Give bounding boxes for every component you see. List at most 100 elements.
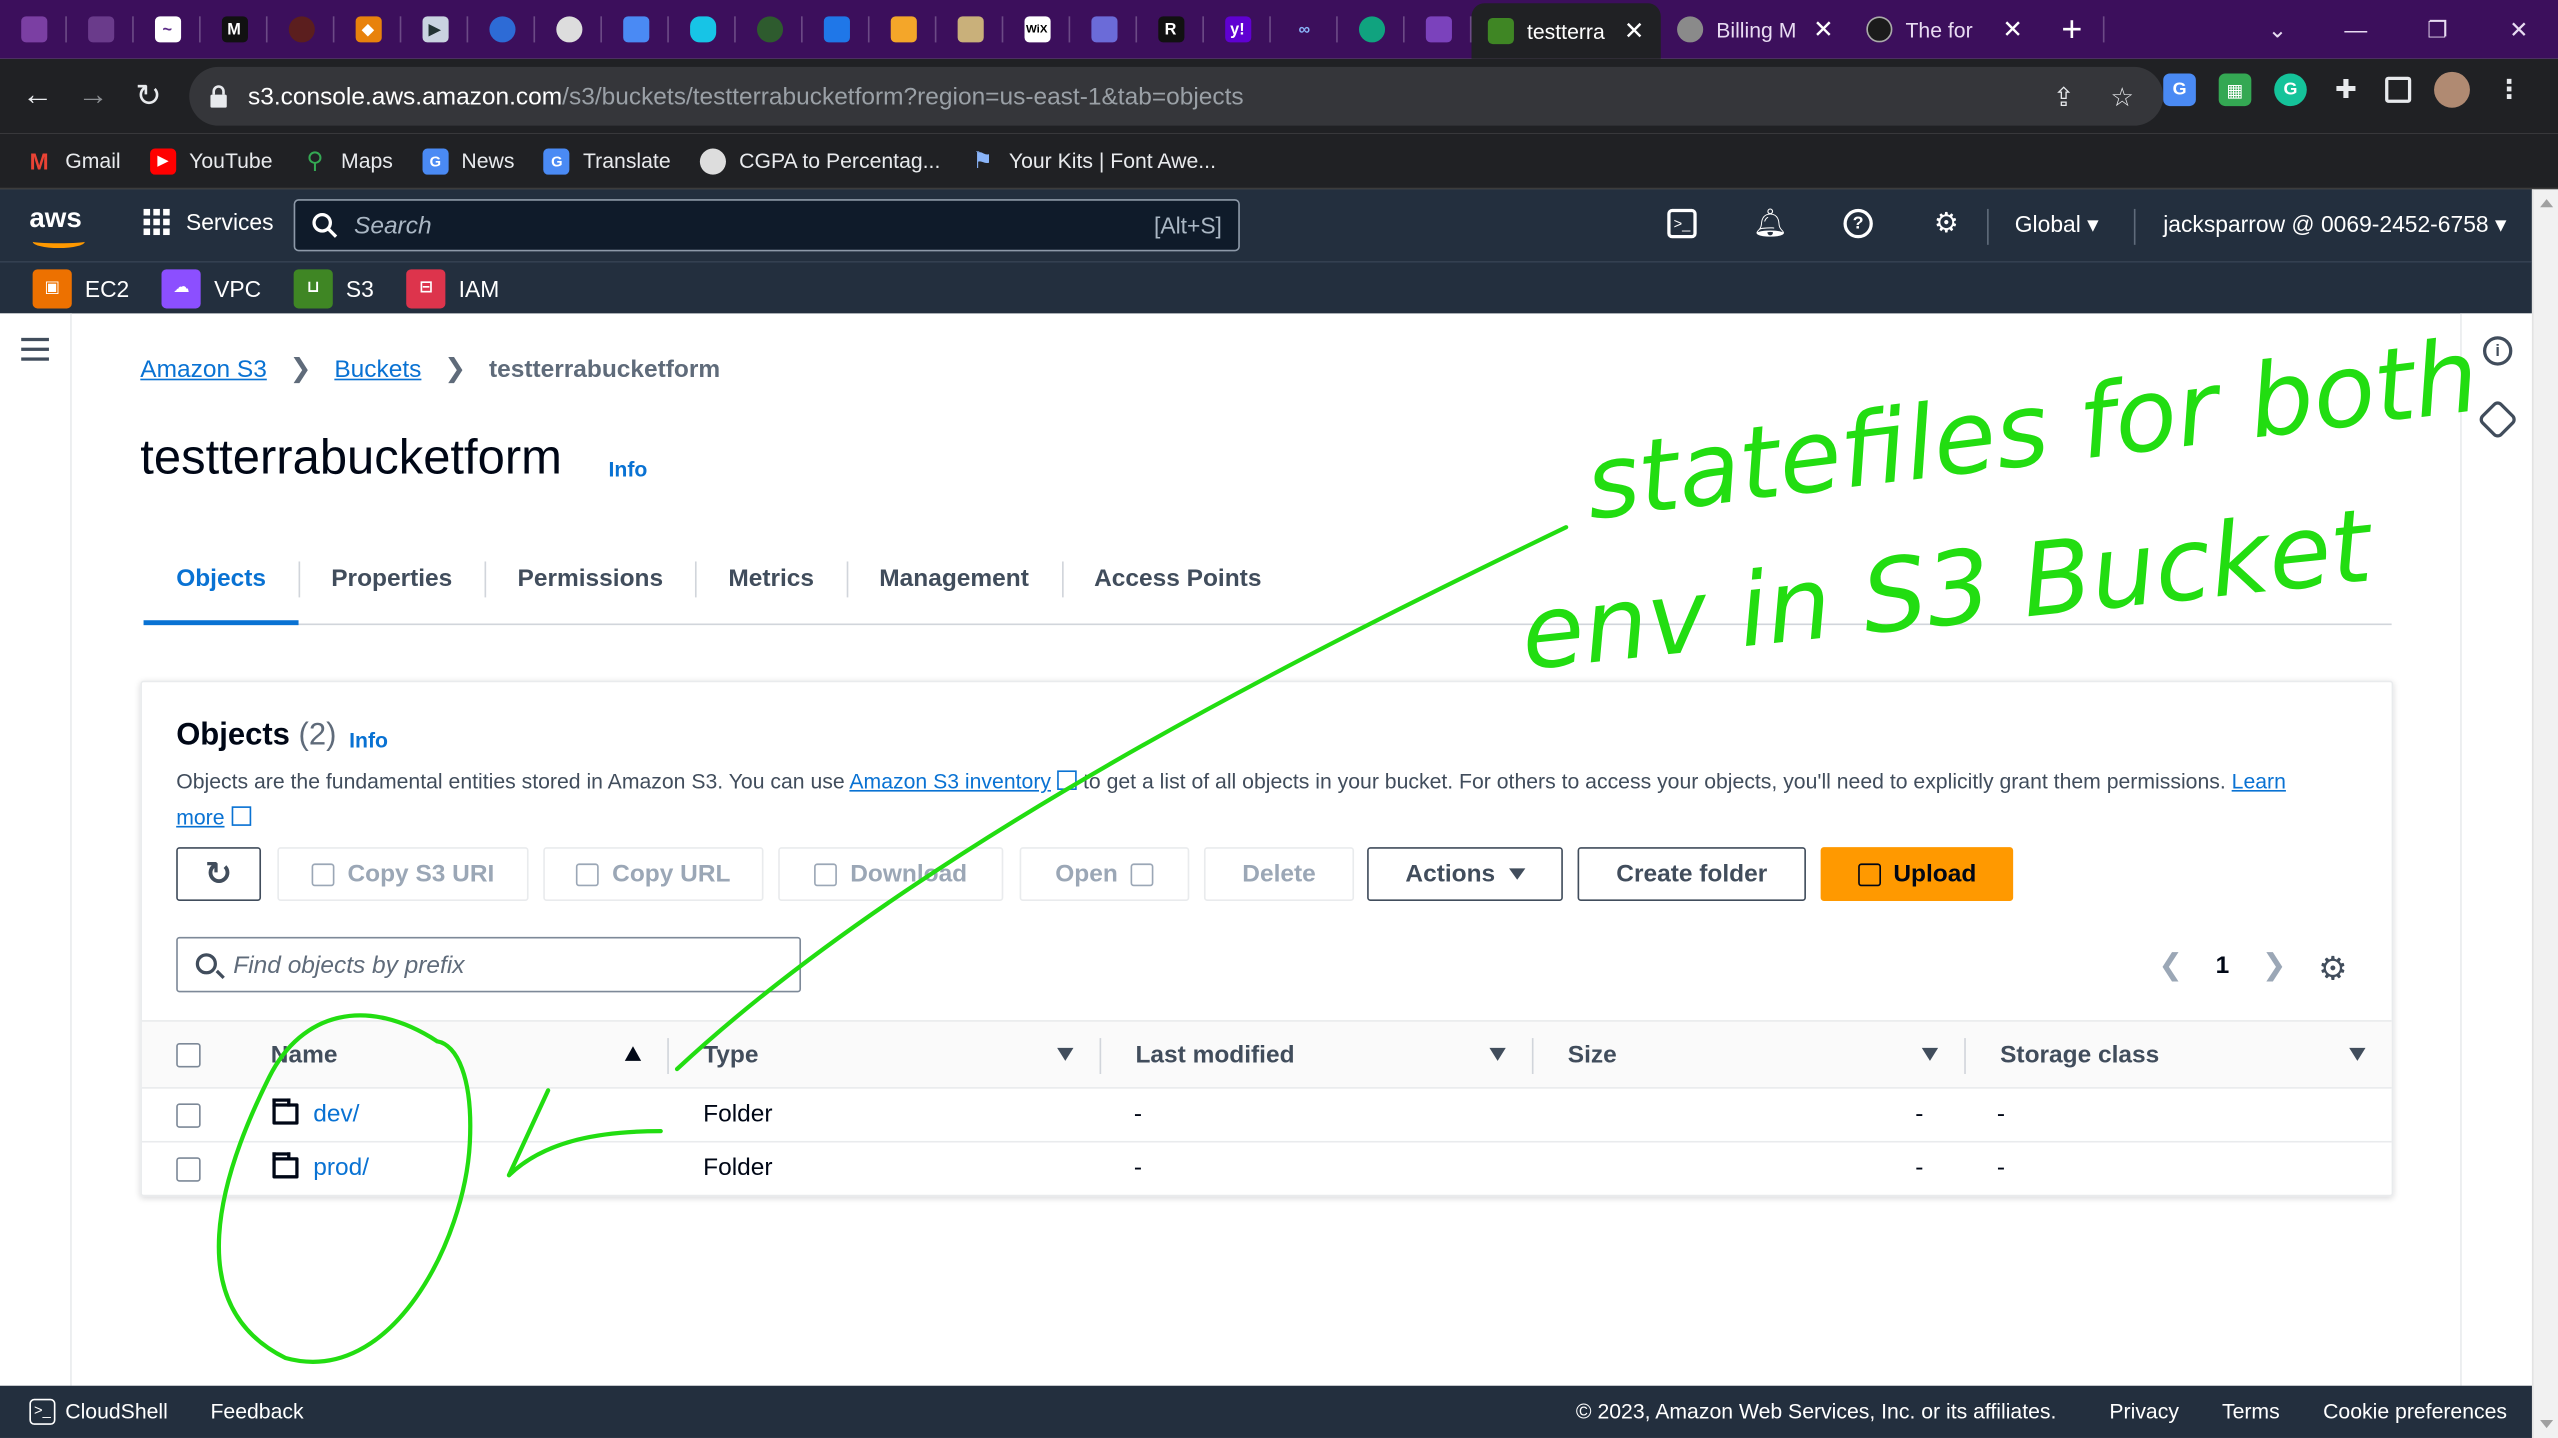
region-selector[interactable]: Global ▾ [2015, 211, 2099, 239]
upload-button[interactable]: Upload [1820, 847, 2014, 901]
help-icon[interactable]: ? [1840, 206, 1876, 242]
translate-extension-icon[interactable]: G [2163, 73, 2196, 107]
aws-search-input[interactable]: Search [Alt+S] [293, 199, 1240, 252]
close-tab-icon[interactable]: ✕ [1624, 16, 1645, 46]
url-bar[interactable]: s3.console.aws.amazon.com/s3/buckets/tes… [189, 66, 2164, 126]
close-tab-icon[interactable]: ✕ [1813, 15, 1834, 44]
tab-management[interactable]: Management [846, 532, 1062, 623]
pinned-tab[interactable]: ∞ [1271, 0, 1338, 59]
pinned-tab[interactable] [936, 0, 1004, 59]
guide-hexagon-icon[interactable] [2476, 398, 2519, 441]
sort-ascending-icon[interactable] [624, 1046, 642, 1061]
pinned-tab[interactable] [535, 0, 602, 59]
bookmark-youtube[interactable]: ▶ YouTube [150, 147, 273, 174]
refresh-button[interactable]: ↻ [176, 847, 262, 901]
table-preferences-gear-icon[interactable]: ⚙ [2318, 948, 2347, 989]
favorite-s3[interactable]: ⊔ S3 [293, 268, 374, 308]
download-button[interactable]: Download [778, 847, 1004, 901]
pinned-tab[interactable] [1405, 0, 1472, 59]
pinned-tab[interactable] [736, 0, 803, 59]
delete-button[interactable]: Delete [1203, 847, 1355, 901]
favorite-iam[interactable]: ⊟ IAM [406, 268, 499, 308]
sort-caret-icon[interactable] [1489, 1047, 1506, 1061]
browser-tab-active[interactable]: testterra ✕ [1471, 3, 1661, 59]
pinned-tab[interactable] [1070, 0, 1138, 59]
pinned-tab[interactable] [67, 0, 134, 59]
browser-menu-icon[interactable]: ⋮ [2493, 73, 2526, 106]
sort-caret-icon[interactable] [1921, 1047, 1939, 1061]
share-icon[interactable]: ⇪ [2053, 82, 2075, 115]
tab-properties[interactable]: Properties [298, 532, 485, 623]
pinned-tab[interactable]: ◆ [334, 0, 402, 59]
bookmark-fontawesome[interactable]: ⚑ Your Kits | Font Awe... [970, 147, 1216, 174]
breadcrumb-amazon-s3[interactable]: Amazon S3 [140, 355, 267, 383]
page-info-link[interactable]: Info [609, 457, 648, 481]
profile-avatar[interactable] [2434, 71, 2470, 108]
page-scrollbar[interactable] [2531, 189, 2558, 1438]
pinned-tab[interactable] [268, 0, 335, 59]
cloudshell-icon[interactable]: >_ [1664, 206, 1700, 242]
terms-link[interactable]: Terms [2222, 1399, 2280, 1423]
bookmark-news[interactable]: G News [422, 147, 514, 174]
row-checkbox[interactable] [176, 1157, 201, 1182]
previous-page-icon[interactable]: ❮ [2158, 948, 2183, 982]
bookmark-gmail[interactable]: M Gmail [26, 148, 121, 174]
s3-inventory-link[interactable]: Amazon S3 inventory [849, 769, 1051, 793]
copy-s3-uri-button[interactable]: Copy S3 URI [277, 847, 529, 901]
actions-dropdown[interactable]: Actions [1367, 847, 1563, 901]
pinned-tab[interactable]: ▶ [401, 0, 469, 59]
side-panel-icon[interactable] [2385, 76, 2412, 103]
cloudshell-icon[interactable]: >_ [29, 1398, 56, 1425]
pinned-tab[interactable]: R [1137, 0, 1204, 59]
column-header-storage-class[interactable]: Storage class [2000, 1041, 2159, 1069]
privacy-link[interactable]: Privacy [2109, 1399, 2179, 1423]
tab-search-icon[interactable]: ⌄ [2238, 0, 2316, 59]
column-header-size[interactable]: Size [1568, 1041, 1617, 1069]
browser-tab[interactable]: Billing M ✕ [1661, 0, 1850, 59]
pinned-tab[interactable]: ~ [134, 0, 201, 59]
pinned-tab[interactable] [468, 0, 536, 59]
tab-objects[interactable]: Objects [143, 532, 299, 626]
close-window-icon[interactable]: ✕ [2480, 0, 2558, 59]
table-row[interactable]: dev/ Folder - - - [141, 1089, 2392, 1143]
back-icon[interactable]: ← [10, 69, 65, 124]
open-button[interactable]: Open [1019, 847, 1190, 901]
column-header-type[interactable]: Type [703, 1041, 758, 1069]
minimize-icon[interactable]: — [2317, 0, 2395, 59]
table-row[interactable]: prod/ Folder - - - [142, 1143, 2392, 1197]
bookmark-cgpa[interactable]: CGPA to Percentag... [699, 147, 940, 174]
objects-info-link[interactable]: Info [349, 728, 388, 752]
bookmark-maps[interactable]: ⚲ Maps [302, 147, 393, 174]
bookmark-translate[interactable]: G Translate [543, 147, 671, 174]
tab-metrics[interactable]: Metrics [695, 532, 847, 623]
sort-caret-icon[interactable] [1057, 1047, 1074, 1061]
settings-gear-icon[interactable]: ⚙ [1928, 206, 1964, 242]
pinned-tab[interactable]: y! [1204, 0, 1271, 59]
reload-icon[interactable]: ↻ [121, 69, 176, 124]
current-page-number[interactable]: 1 [2216, 952, 2230, 980]
column-header-last-modified[interactable]: Last modified [1135, 1041, 1294, 1069]
pinned-tab[interactable] [870, 0, 937, 59]
pinned-tab[interactable] [0, 0, 67, 59]
sort-caret-icon[interactable] [2349, 1047, 2366, 1061]
next-page-icon[interactable]: ❯ [2262, 948, 2287, 982]
feedback-link[interactable]: Feedback [210, 1399, 303, 1423]
services-menu[interactable]: Services [143, 208, 274, 236]
tab-permissions[interactable]: Permissions [484, 532, 696, 623]
browser-tab[interactable]: The for ✕ [1850, 0, 2039, 59]
pinned-tab[interactable]: WiX [1003, 0, 1071, 59]
copy-url-button[interactable]: Copy URL [543, 847, 764, 901]
breadcrumb-buckets[interactable]: Buckets [334, 355, 421, 383]
account-menu[interactable]: jacksparrow @ 0069-2452-6758 ▾ [2163, 211, 2506, 239]
pinned-tab[interactable] [602, 0, 669, 59]
row-checkbox[interactable] [176, 1103, 201, 1128]
cookie-preferences-link[interactable]: Cookie preferences [2323, 1399, 2507, 1423]
tab-access-points[interactable]: Access Points [1061, 532, 1295, 623]
grammarly-extension-icon[interactable]: G [2274, 73, 2307, 107]
forward-icon[interactable]: → [65, 69, 120, 124]
bookmark-star-icon[interactable]: ☆ [2110, 82, 2133, 115]
select-all-checkbox[interactable] [176, 1042, 201, 1068]
pinned-tab[interactable]: M [201, 0, 268, 59]
object-name-link[interactable]: dev/ [313, 1100, 359, 1128]
aws-logo[interactable]: aws [29, 202, 88, 249]
